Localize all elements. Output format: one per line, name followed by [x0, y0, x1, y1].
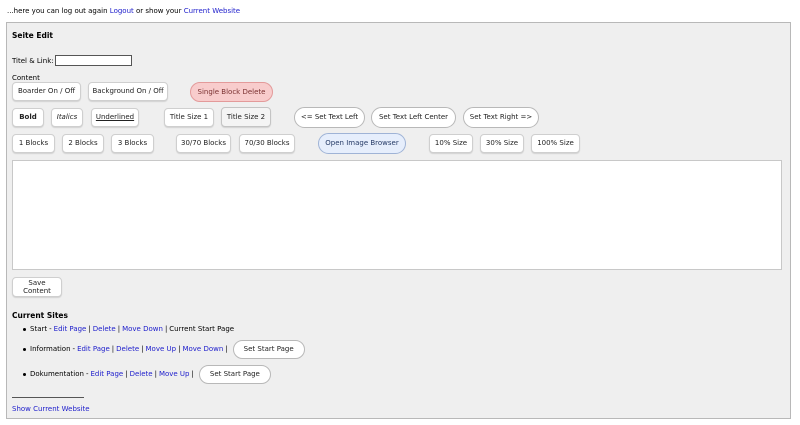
set-start-page-button[interactable]: Set Start Page — [198, 364, 271, 384]
bullet-icon — [23, 372, 26, 376]
current-start-note: Current Start Page — [169, 325, 235, 333]
bullet-icon — [23, 347, 26, 351]
italics-button[interactable]: Italics — [51, 108, 83, 127]
save-label-line2: Content — [23, 287, 51, 295]
save-content-button[interactable]: Save Content — [12, 277, 62, 297]
save-label-line1: Save — [28, 278, 46, 287]
divider — [12, 397, 84, 398]
show-current-website-link[interactable]: Show Current Website — [12, 405, 90, 413]
site-item-dokumentation: Dokumentation - Edit Page | Delete | Mov… — [23, 363, 271, 385]
set-start-page-button[interactable]: Set Start Page — [232, 339, 305, 359]
blocks-3-button[interactable]: 3 Blocks — [111, 134, 154, 153]
blocks-70-30-button[interactable]: 70/30 Blocks — [239, 134, 295, 153]
content-editor[interactable] — [12, 160, 782, 270]
set-text-center-button[interactable]: Set Text Left Center — [371, 107, 456, 128]
move-down-link[interactable]: Move Down — [182, 345, 223, 353]
edit-page-link[interactable]: Edit Page — [77, 345, 110, 353]
logout-link[interactable]: Logout — [110, 7, 134, 15]
move-up-link[interactable]: Move Up — [146, 345, 177, 353]
intro-text: ...here you can log out again — [7, 7, 108, 15]
titel-input[interactable] — [55, 55, 132, 66]
title-size-2-button[interactable]: Title Size 2 — [221, 107, 271, 127]
content-label: Content — [12, 74, 40, 82]
size-10-button[interactable]: 10% Size — [429, 134, 473, 153]
single-block-delete-button[interactable]: Single Block Delete — [190, 82, 273, 102]
edit-page-link[interactable]: Edit Page — [90, 370, 123, 378]
delete-link[interactable]: Delete — [93, 325, 116, 333]
site-item-information: Information - Edit Page | Delete | Move … — [23, 338, 305, 360]
set-text-left-button[interactable]: <= Set Text Left — [294, 107, 365, 128]
top-bar: ...here you can log out again Logout or … — [7, 7, 240, 15]
blocks-1-button[interactable]: 1 Blocks — [12, 134, 55, 153]
current-website-link[interactable]: Current Website — [184, 7, 240, 15]
titel-label: Titel & Link: — [12, 57, 54, 65]
boarder-toggle-button[interactable]: Boarder On / Off — [12, 82, 81, 101]
blocks-30-70-button[interactable]: 30/70 Blocks — [176, 134, 231, 153]
middle-text: or show your — [136, 7, 182, 15]
bold-button[interactable]: Bold — [12, 108, 44, 127]
size-100-button[interactable]: 100% Size — [531, 134, 580, 153]
edit-panel: Seite Edit Titel & Link: Content Boarder… — [6, 22, 791, 419]
delete-link[interactable]: Delete — [130, 370, 153, 378]
site-name: Information — [30, 345, 71, 353]
edit-page-link[interactable]: Edit Page — [54, 325, 87, 333]
move-up-link[interactable]: Move Up — [159, 370, 190, 378]
blocks-2-button[interactable]: 2 Blocks — [62, 134, 104, 153]
move-down-link[interactable]: Move Down — [122, 325, 163, 333]
open-image-browser-button[interactable]: Open Image Browser — [318, 133, 406, 154]
underlined-button[interactable]: Underlined — [91, 108, 139, 127]
background-toggle-button[interactable]: Background On / Off — [88, 82, 168, 101]
set-text-right-button[interactable]: Set Text Right => — [463, 107, 539, 128]
size-30-button[interactable]: 30% Size — [480, 134, 524, 153]
site-item-start: Start - Edit Page | Delete | Move Down |… — [23, 325, 234, 333]
site-name: Dokumentation — [30, 370, 84, 378]
delete-link[interactable]: Delete — [116, 345, 139, 353]
bullet-icon — [23, 327, 26, 331]
panel-title: Seite Edit — [12, 31, 53, 40]
current-sites-heading: Current Sites — [12, 311, 68, 320]
site-name: Start — [30, 325, 48, 333]
title-size-1-button[interactable]: Title Size 1 — [164, 108, 214, 127]
